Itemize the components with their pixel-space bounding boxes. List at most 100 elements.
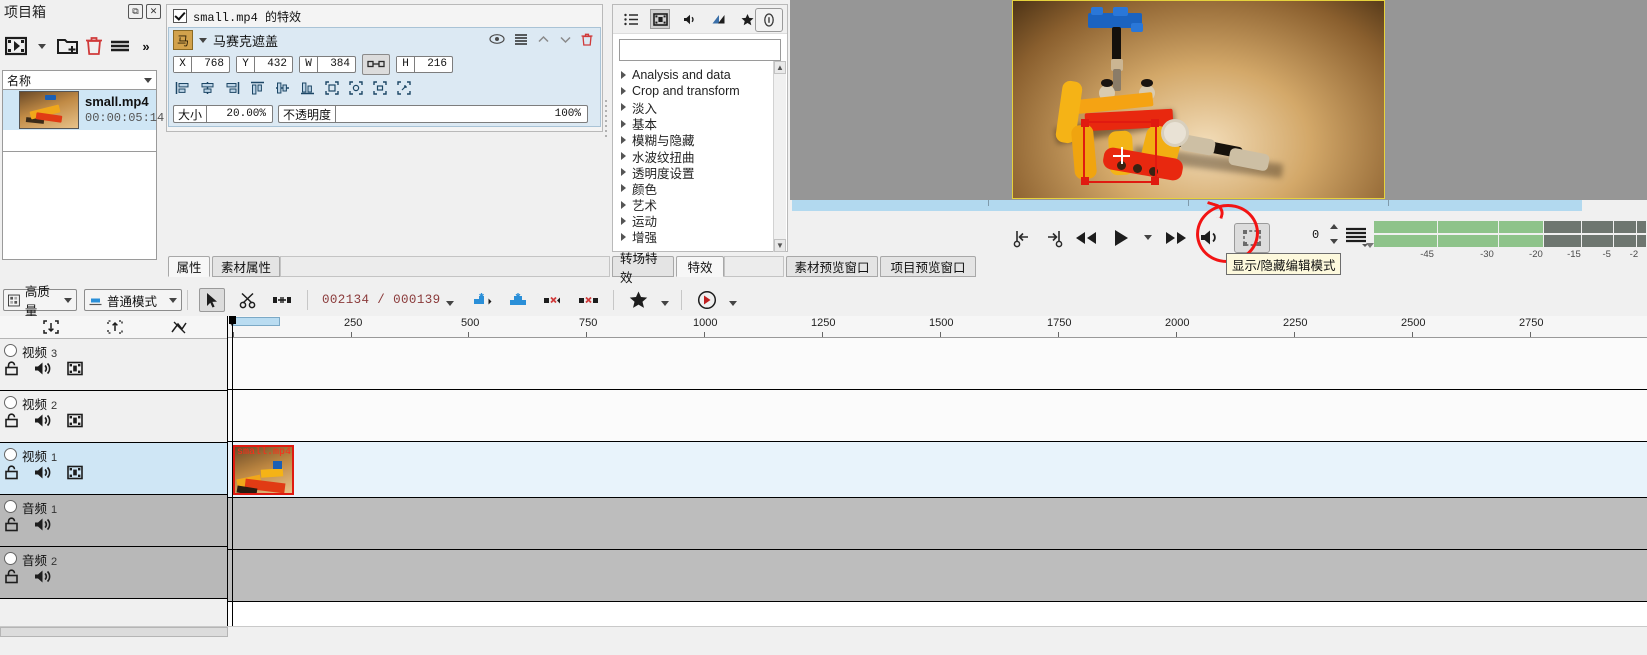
video-toggle-icon[interactable] [67,361,83,379]
tab-effects[interactable]: 特效 [676,256,724,277]
fit-frame-icon[interactable] [325,81,339,97]
field-h[interactable]: H 216 [396,55,453,73]
toggle-keyframes-icon[interactable] [162,317,196,337]
video-toggle-icon[interactable] [67,465,83,483]
delete-icon[interactable] [82,34,106,58]
link-wh-icon[interactable] [362,53,390,75]
tree-item[interactable]: Analysis and data [621,67,787,83]
timeline-selection-range[interactable] [233,317,280,326]
favorites-icon[interactable] [737,9,757,29]
quality-selector[interactable]: 高质量 [3,285,77,318]
select-tool-icon[interactable] [199,288,225,312]
tree-item[interactable]: Crop and transform [621,83,787,99]
mark-out-icon[interactable] [1038,224,1068,252]
fit-height-icon[interactable] [373,81,387,97]
ripple-delete-icon[interactable] [540,288,566,312]
track-header-audio-1[interactable]: 音频 1 [0,495,227,547]
new-folder-icon[interactable] [56,34,80,58]
favorite-caret-icon[interactable] [660,301,669,306]
effects-search-input[interactable] [619,39,781,61]
align-right-icon[interactable] [225,81,240,97]
tree-item[interactable]: 水波纹扭曲 [621,148,787,165]
mark-in-icon[interactable] [1008,224,1038,252]
scrubber-range[interactable] [792,200,1582,211]
lock-icon[interactable] [4,569,19,587]
expand-triangle-icon[interactable] [621,119,626,128]
field-x[interactable]: X 768 [173,55,230,73]
play-icon[interactable] [1104,224,1138,252]
expand-tracks-icon[interactable] [98,317,132,337]
lane-video-1[interactable]: small.mp4 [228,442,1647,498]
expand-triangle-icon[interactable] [621,71,626,80]
lock-icon[interactable] [4,361,19,379]
mute-icon[interactable] [34,361,52,379]
overwrite-clip-icon[interactable] [505,288,531,312]
quality-caret-icon[interactable] [64,297,72,303]
play-dropdown-icon[interactable] [1138,224,1158,252]
video-fx-icon[interactable] [650,9,670,29]
record-icon[interactable] [694,288,720,312]
timeline-ruler[interactable]: 0 250 500 750 1000 1250 1500 1750 2000 2… [228,316,1647,338]
counter-caret-icon[interactable] [445,301,454,306]
tree-item[interactable]: 淡入 [621,99,787,116]
tree-item[interactable]: 艺术 [621,197,787,213]
lock-icon[interactable] [4,517,19,535]
expand-triangle-icon[interactable] [621,168,626,177]
sort-caret-icon[interactable] [144,77,152,83]
favorite-icon[interactable] [626,288,652,312]
dropdown-caret-icon[interactable] [30,34,54,58]
audio-fx-icon[interactable] [679,9,699,29]
scroll-down-icon[interactable]: ▼ [774,239,786,252]
tree-item[interactable]: 运动 [621,213,787,229]
move-down-icon[interactable] [559,34,572,47]
preview-window[interactable] [790,0,1647,214]
expand-triangle-icon[interactable] [621,87,626,96]
opacity-field[interactable]: 不透明度 100% [278,105,588,123]
insert-clip-icon[interactable] [470,288,496,312]
razor-tool-icon[interactable] [234,288,260,312]
track-header-video-1[interactable]: 视频 1 [0,443,227,495]
zoom-stepper[interactable] [1328,224,1340,244]
align-top-icon[interactable] [250,81,265,97]
tree-item[interactable]: 基本 [621,116,787,132]
fit-width-icon[interactable] [349,81,363,97]
effect-expand-caret-icon[interactable] [199,37,207,43]
timeline-clip[interactable]: small.mp4 [233,445,294,495]
audio-meter-menu-icon[interactable] [1344,225,1368,247]
restore-icon[interactable]: ⧉ [128,4,143,19]
expand-triangle-icon[interactable] [621,184,626,193]
lane-audio-1[interactable] [228,498,1647,550]
track-record-toggle[interactable] [4,500,17,513]
expand-triangle-icon[interactable] [621,216,626,225]
transition-icon[interactable] [708,9,728,29]
track-record-toggle[interactable] [4,448,17,461]
size-field[interactable]: 大小 20.00% [173,105,273,123]
tree-item[interactable]: 颜色 [621,180,787,197]
eye-icon[interactable] [489,33,505,47]
lock-icon[interactable] [4,465,19,483]
tree-item[interactable]: 增强 [621,229,787,245]
track-record-toggle[interactable] [4,396,17,409]
delete-effect-icon[interactable] [581,33,593,48]
trim-tool-icon[interactable] [269,288,295,312]
project-bin-column-header[interactable]: 名称 [2,70,157,90]
timeline-horizontal-scrollbar[interactable] [0,627,228,637]
fit-scale-icon[interactable] [397,81,411,97]
panel-splitter-handle[interactable] [605,100,609,140]
effect-enable-checkbox[interactable] [173,9,187,23]
effects-tree-scrollbar[interactable]: ▲ ▼ [773,61,786,252]
align-middle-v-icon[interactable] [275,81,290,97]
close-icon[interactable]: ✕ [146,4,161,19]
fast-forward-icon[interactable] [1158,224,1194,252]
preview-video-frame[interactable] [1012,0,1385,199]
edit-mode-caret-icon[interactable] [169,297,177,303]
tab-project-preview[interactable]: 项目预览窗口 [880,256,976,277]
import-media-icon[interactable] [4,34,28,58]
project-bin-empty-area[interactable] [2,152,157,260]
tree-item[interactable]: 透明度设置 [621,164,787,181]
list-view-icon[interactable] [621,9,641,29]
expand-triangle-icon[interactable] [621,152,626,161]
expand-triangle-icon[interactable] [621,135,626,144]
playhead[interactable] [229,316,236,626]
move-up-icon[interactable] [537,34,550,47]
